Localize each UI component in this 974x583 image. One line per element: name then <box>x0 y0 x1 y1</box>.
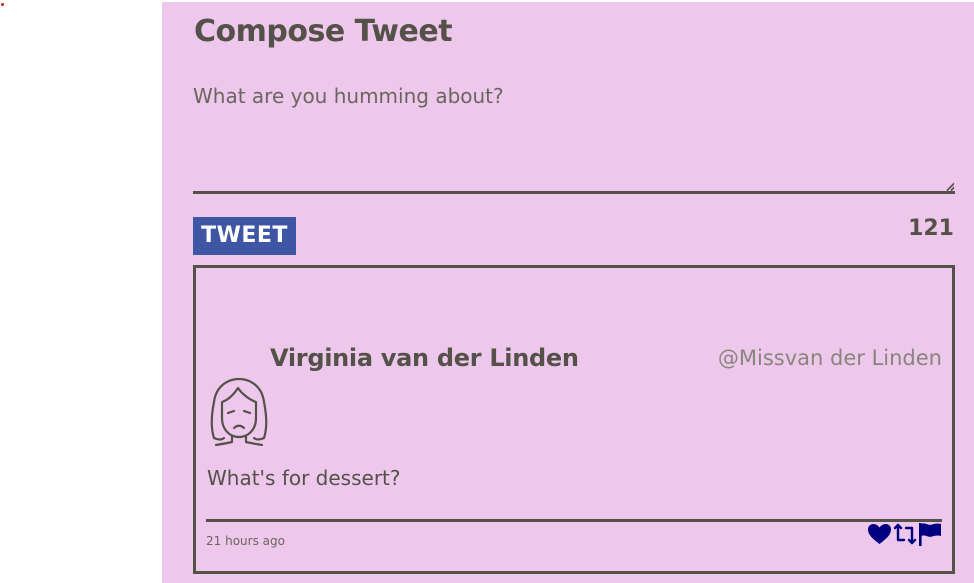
tweet-timestamp: 21 hours ago <box>206 534 285 548</box>
compose-title: Compose Tweet <box>194 14 453 49</box>
tweet-author-name: Virginia van der Linden <box>270 344 579 372</box>
compose-panel: Compose Tweet TWEET 121 V <box>162 2 974 583</box>
tweet-footer: 21 hours ago <box>206 519 942 567</box>
indicator-dot <box>1 3 4 6</box>
tweet-actions <box>867 522 942 546</box>
tweet-input[interactable] <box>193 80 955 194</box>
character-counter: 121 <box>908 216 954 241</box>
tweet-text: What's for dessert? <box>207 466 401 490</box>
retweet-icon[interactable] <box>893 523 917 545</box>
flag-icon[interactable] <box>918 522 942 546</box>
tweet-button[interactable]: TWEET <box>193 217 296 255</box>
tweet-card: Virginia van der Linden @Missvan der Lin… <box>193 265 955 574</box>
tweet-author-handle: @Missvan der Linden <box>717 346 942 370</box>
heart-icon[interactable] <box>867 523 892 545</box>
girl-face-icon <box>210 377 268 446</box>
